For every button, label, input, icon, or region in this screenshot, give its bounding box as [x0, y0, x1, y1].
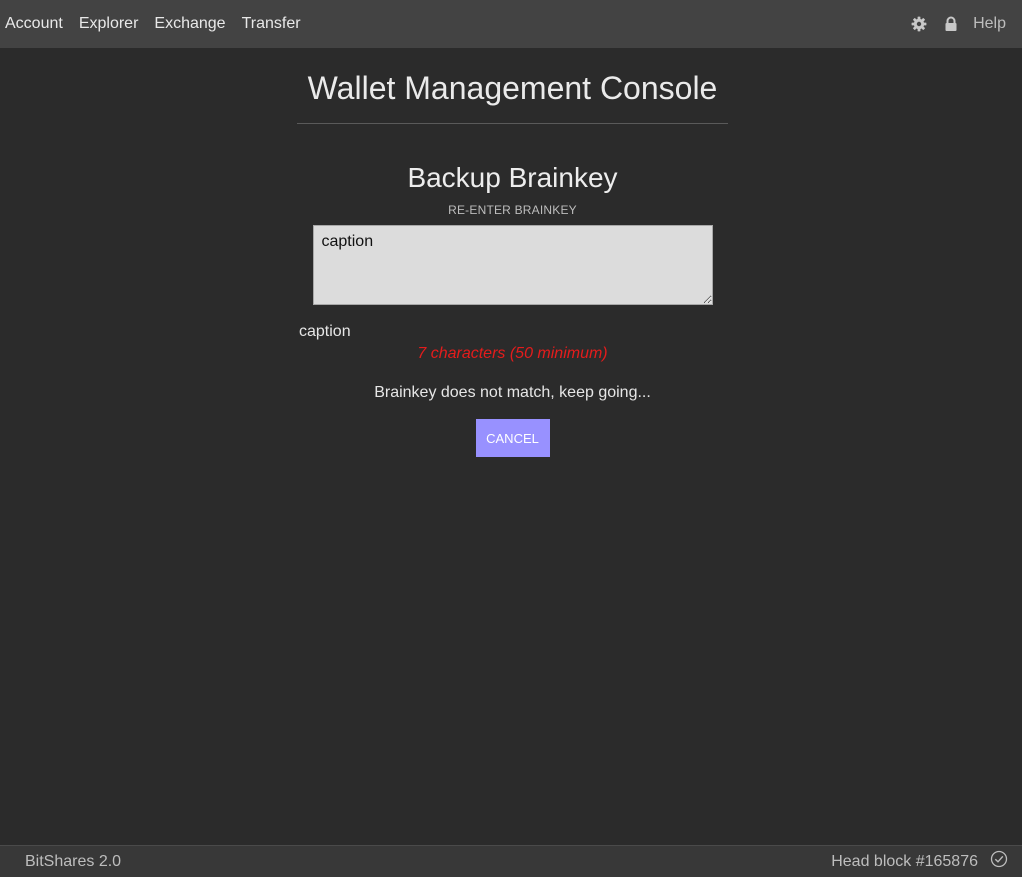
version-label: BitShares 2.0 — [25, 852, 122, 870]
brainkey-field-label: RE-ENTER BRAINKEY — [448, 203, 577, 217]
footer-bar: BitShares 2.0 Head block #165876 — [0, 845, 1022, 877]
help-link[interactable]: Help — [973, 15, 1006, 33]
nav-exchange[interactable]: Exchange — [146, 0, 233, 48]
main-content: Wallet Management Console Backup Brainke… — [297, 48, 728, 457]
head-block-number: Head block #165876 — [831, 852, 978, 870]
nav-transfer[interactable]: Transfer — [234, 0, 309, 48]
page-title: Wallet Management Console — [297, 48, 728, 124]
match-status-text: Brainkey does not match, keep going... — [374, 384, 651, 401]
nav-account[interactable]: Account — [0, 0, 71, 48]
cancel-button[interactable]: Cancel — [475, 419, 550, 457]
gear-icon[interactable] — [903, 0, 935, 48]
top-nav-bar: Account Explorer Exchange Transfer Help — [0, 0, 1022, 48]
right-nav: Help — [903, 0, 1022, 48]
head-block-status: Head block #165876 — [831, 850, 1022, 873]
section-title: Backup Brainkey — [407, 162, 618, 193]
brainkey-echo-text: caption — [299, 323, 351, 340]
character-count-warning: 7 characters (50 minimum) — [417, 345, 608, 362]
brainkey-input[interactable]: caption — [312, 225, 713, 305]
check-circle-icon — [990, 850, 1008, 873]
main-nav: Account Explorer Exchange Transfer — [0, 0, 309, 48]
nav-explorer[interactable]: Explorer — [71, 0, 147, 48]
lock-icon[interactable] — [935, 0, 967, 48]
